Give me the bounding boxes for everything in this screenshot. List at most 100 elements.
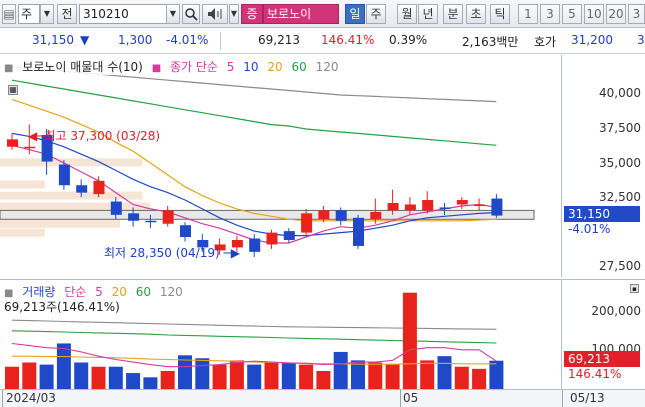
mode-button[interactable]: 전 bbox=[57, 4, 77, 24]
bid-price: 31,200 bbox=[571, 33, 613, 47]
search-icon[interactable] bbox=[182, 4, 200, 24]
pane-close-icon[interactable]: ▪ bbox=[630, 284, 639, 293]
vol-ma20: 20 bbox=[111, 285, 127, 299]
volume-profile-bar bbox=[0, 158, 143, 167]
volume-bar bbox=[472, 368, 487, 390]
candle-body bbox=[474, 204, 486, 206]
date-tick-left: 2024/03 bbox=[6, 391, 56, 405]
interval-5-button[interactable]: 5 bbox=[562, 4, 582, 24]
candle-body bbox=[249, 238, 261, 252]
price-tick: 35,000 bbox=[599, 156, 641, 170]
interval-1-label: 1 bbox=[524, 7, 532, 21]
volume-ma-label: 단순 bbox=[64, 285, 87, 299]
candle-body bbox=[301, 213, 313, 233]
vol-ma60-line bbox=[11, 330, 497, 344]
interval-5-label: 5 bbox=[568, 7, 576, 21]
candle-body bbox=[24, 146, 36, 149]
volume-bar bbox=[39, 364, 54, 390]
price-chart-pane[interactable]: ■ 보로노이 매물대 수(10) ■ 종가 단순 5 10 20 60 120 … bbox=[0, 55, 562, 277]
period-year-label: 년 bbox=[422, 7, 434, 21]
price-legend: ■ 보로노이 매물대 수(10) ■ 종가 단순 5 10 20 60 120 bbox=[4, 58, 344, 75]
candle-body bbox=[335, 210, 347, 221]
stock-code-input[interactable]: 310210 bbox=[79, 4, 167, 24]
interval-10-button[interactable]: 10 bbox=[584, 4, 604, 24]
period-tick-button[interactable]: 틱 bbox=[490, 4, 510, 24]
volume-bar bbox=[212, 364, 227, 390]
candle-body bbox=[180, 225, 191, 238]
period-year-button[interactable]: 년 bbox=[418, 4, 438, 24]
menu-icon[interactable]: ▤ bbox=[2, 4, 16, 24]
volume-profile-bar bbox=[0, 202, 150, 211]
candle-body bbox=[318, 210, 330, 220]
legend-ma60: 60 bbox=[291, 60, 307, 74]
bid-label: 호가 bbox=[534, 35, 557, 49]
mode-label: 전 bbox=[61, 7, 73, 21]
volume-bar bbox=[281, 362, 296, 390]
period-second-button[interactable]: 초 bbox=[466, 4, 486, 24]
current-price-band bbox=[0, 209, 535, 220]
sound-icon[interactable] bbox=[202, 4, 228, 24]
code-dropdown-icon[interactable]: ▼ bbox=[166, 4, 180, 24]
period-week-button[interactable]: 주 bbox=[366, 4, 386, 24]
current-price-badge: 31,150 bbox=[564, 206, 640, 222]
candle-body bbox=[456, 200, 468, 205]
interval-30-label: 3 bbox=[632, 7, 641, 21]
legend-close-label: 종가 단순 bbox=[169, 60, 218, 74]
volume-chart-pane[interactable]: ■ 거래량 단순 5 20 60 120 69,213주(146.41%) bbox=[0, 279, 562, 390]
interval-20-button[interactable]: 20 bbox=[606, 4, 626, 24]
volume-profile-bar bbox=[0, 228, 45, 237]
date-divider bbox=[562, 390, 563, 407]
period-month-label: 월 bbox=[401, 7, 413, 21]
interval-1-button[interactable]: 1 bbox=[518, 4, 538, 24]
date-tick-mid: 05 bbox=[403, 391, 419, 405]
period-minute-button[interactable]: 분 bbox=[443, 4, 463, 24]
stock-name-field[interactable]: 보로노이 bbox=[263, 4, 339, 24]
table-icon[interactable]: ▦ bbox=[8, 85, 18, 95]
period-day-button[interactable]: 일 bbox=[345, 4, 365, 24]
market-dropdown-icon[interactable]: ▼ bbox=[40, 4, 54, 24]
period-day-label: 일 bbox=[349, 7, 361, 21]
interval-30-button[interactable]: 3 bbox=[628, 4, 645, 24]
interval-3-label: 3 bbox=[546, 7, 554, 21]
price-axis: 40,000 37,500 35,000 32,500 27,500 31,15… bbox=[562, 55, 645, 277]
volume-bar bbox=[454, 366, 469, 390]
candle-body bbox=[128, 213, 140, 221]
chart-toolbar: ▤ 주 ▼ 전 310210 ▼ ▼ 증 보로노이 일 주 월 년 분 초 틱 … bbox=[0, 0, 645, 28]
volume-bar bbox=[351, 360, 365, 390]
date-divider bbox=[400, 390, 401, 407]
current-volume-badge: 69,213 bbox=[564, 351, 640, 367]
turnover-rate: 0.39% bbox=[389, 33, 428, 47]
period-month-button[interactable]: 월 bbox=[397, 4, 417, 24]
period-second-label: 초 bbox=[470, 7, 482, 21]
market-select-value: 주 bbox=[21, 7, 33, 21]
legend-marker-icon: ■ bbox=[4, 63, 14, 74]
candle-body bbox=[110, 201, 122, 215]
ma-marker-icon: ■ bbox=[151, 63, 162, 74]
period-tick-label: 틱 bbox=[494, 7, 506, 21]
candle-body bbox=[439, 207, 451, 209]
candle-body bbox=[145, 220, 157, 223]
volume-bar bbox=[56, 343, 71, 390]
volume-bar bbox=[333, 351, 348, 390]
market-select[interactable]: 주 bbox=[18, 4, 40, 24]
volume-bar bbox=[74, 362, 89, 390]
stock-chart-window: ▤ 주 ▼ 전 310210 ▼ ▼ 증 보로노이 일 주 월 년 분 초 틱 … bbox=[0, 0, 645, 407]
interval-3-button[interactable]: 3 bbox=[540, 4, 560, 24]
down-arrow-icon: ▼ bbox=[80, 33, 90, 47]
price-tick: 37,500 bbox=[599, 121, 641, 135]
price-tick: 32,500 bbox=[599, 190, 641, 204]
legend-ma20: 20 bbox=[267, 60, 283, 74]
vol-ma60: 60 bbox=[135, 285, 152, 299]
jeung-label: 증 bbox=[246, 7, 258, 21]
volume-legend-name: 거래량 bbox=[22, 285, 56, 299]
sound-dropdown-icon[interactable]: ▼ bbox=[229, 4, 239, 24]
volume-bar bbox=[91, 366, 106, 390]
volume-bar bbox=[5, 366, 19, 390]
candle-body bbox=[7, 139, 18, 147]
high-arrow-icon: ◀─ bbox=[28, 129, 45, 143]
candle-body bbox=[283, 231, 295, 240]
candle-body bbox=[162, 210, 174, 224]
volume-bar bbox=[385, 364, 400, 390]
jeung-badge: 증 bbox=[241, 4, 263, 24]
low-annotation-text: 최저 28,350 (04/19) bbox=[104, 246, 220, 260]
